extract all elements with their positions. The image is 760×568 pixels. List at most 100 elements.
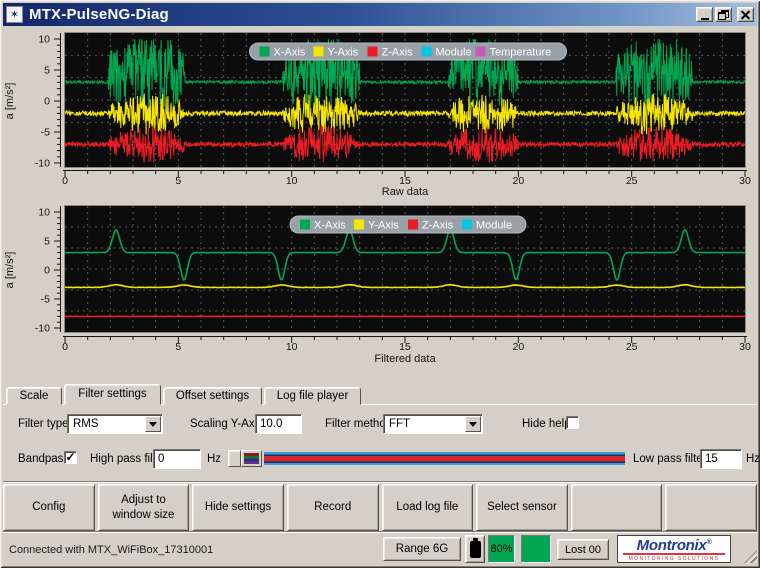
battery-icon bbox=[470, 541, 481, 558]
svg-text:a [m/s²]: a [m/s²] bbox=[4, 252, 16, 289]
high-pass-unit-label: Hz bbox=[207, 453, 221, 465]
svg-text:-5: -5 bbox=[41, 294, 50, 306]
filter-method-dropdown-arrow-icon[interactable] bbox=[465, 416, 481, 432]
tab-offset-settings[interactable]: Offset settings bbox=[163, 387, 262, 405]
check-icon: ✓ bbox=[65, 450, 75, 464]
svg-text:20: 20 bbox=[512, 175, 524, 187]
svg-text:Z-Axis: Z-Axis bbox=[422, 220, 454, 232]
select-sensor-button[interactable]: Select sensor bbox=[476, 484, 568, 531]
minimize-icon bbox=[701, 18, 709, 20]
svg-text:0: 0 bbox=[62, 175, 68, 187]
restore-button[interactable] bbox=[715, 7, 732, 22]
low-pass-filter-input[interactable] bbox=[700, 449, 742, 469]
filter-type-dropdown-arrow-icon[interactable] bbox=[145, 416, 161, 432]
svg-text:20: 20 bbox=[512, 341, 524, 353]
tab-filter-settings[interactable]: Filter settings bbox=[64, 384, 161, 405]
restore-icon bbox=[718, 10, 729, 20]
svg-text:0: 0 bbox=[62, 341, 68, 353]
svg-text:5: 5 bbox=[175, 341, 181, 353]
svg-text:Module: Module bbox=[436, 47, 472, 59]
svg-text:10: 10 bbox=[38, 34, 50, 46]
app-icon: ✶ bbox=[6, 6, 23, 23]
slider-end-cap[interactable] bbox=[228, 450, 241, 467]
filter-method-select[interactable]: FFT bbox=[383, 414, 483, 434]
range-button[interactable]: Range 6G bbox=[383, 537, 461, 561]
slider-handle-stripes-icon bbox=[244, 453, 259, 464]
titlebar[interactable]: ✶ MTX-PulseNG-Diag bbox=[3, 3, 757, 26]
battery-button[interactable] bbox=[465, 535, 485, 563]
filter-type-label: Filter type: bbox=[18, 418, 72, 430]
svg-text:X-Axis: X-Axis bbox=[314, 220, 346, 232]
tab-bar: ScaleFilter settingsOffset settingsLog f… bbox=[6, 384, 361, 405]
svg-text:10: 10 bbox=[286, 175, 298, 187]
svg-text:Filtered data: Filtered data bbox=[374, 353, 436, 365]
resize-grip-icon[interactable] bbox=[744, 550, 757, 563]
empty-button-6[interactable] bbox=[571, 484, 663, 531]
svg-text:10: 10 bbox=[38, 207, 50, 219]
slider-handle[interactable] bbox=[241, 450, 262, 467]
svg-text:Module: Module bbox=[476, 220, 512, 232]
battery-percent-value: 80% bbox=[490, 543, 512, 555]
tab-log-file-player[interactable]: Log file player bbox=[264, 387, 361, 405]
separator bbox=[3, 481, 757, 483]
svg-text:30: 30 bbox=[739, 341, 751, 353]
lost-packets-label: Lost 00 bbox=[565, 544, 601, 556]
svg-text:Y-Axis: Y-Axis bbox=[368, 220, 399, 232]
svg-text:0: 0 bbox=[44, 96, 50, 108]
record-button[interactable]: Record bbox=[287, 484, 379, 531]
svg-text:-10: -10 bbox=[35, 158, 50, 170]
tab-scale[interactable]: Scale bbox=[6, 387, 62, 405]
logo-underline bbox=[623, 553, 725, 555]
logo-text: Montronix® bbox=[637, 536, 712, 552]
adjust-to-window-size-button[interactable]: Adjust to window size bbox=[98, 484, 190, 531]
status-bar: Connected with MTX_WiFiBox_17310001 Rang… bbox=[0, 533, 760, 566]
minimize-button[interactable] bbox=[696, 7, 713, 22]
window-title: MTX-PulseNG-Diag bbox=[29, 6, 169, 23]
scaling-y-axis-input[interactable] bbox=[255, 414, 302, 434]
low-pass-filter-label: Low pass filter: bbox=[633, 453, 710, 465]
app-window: ✶ MTX-PulseNG-Diag -10 -5 0 5 10 0 5 10 15 20 25 30… bbox=[0, 0, 760, 568]
button-bar: ConfigAdjust to window sizeHide settings… bbox=[2, 484, 758, 531]
slider-track[interactable] bbox=[264, 452, 625, 465]
registered-mark-icon: ® bbox=[706, 539, 711, 546]
close-button[interactable] bbox=[737, 7, 754, 22]
svg-text:5: 5 bbox=[175, 175, 181, 187]
low-pass-unit-label: Hz bbox=[746, 453, 760, 465]
svg-text:5: 5 bbox=[44, 236, 50, 248]
range-label: Range 6G bbox=[396, 543, 448, 555]
svg-text:-5: -5 bbox=[41, 127, 50, 139]
settings-panel: Filter type: RMS Scaling Y-Axis: Filter … bbox=[0, 405, 760, 481]
load-log-file-button[interactable]: Load log file bbox=[382, 484, 474, 531]
svg-text:a [m/s²]: a [m/s²] bbox=[4, 83, 16, 120]
battery-percent-badge: 80% bbox=[488, 535, 515, 563]
svg-text:30: 30 bbox=[739, 175, 751, 187]
bandpass-checkbox[interactable]: ✓ bbox=[64, 451, 77, 464]
filter-type-value: RMS bbox=[68, 418, 144, 430]
svg-text:Temperature: Temperature bbox=[490, 47, 552, 59]
svg-text:25: 25 bbox=[626, 175, 638, 187]
filtered-data-chart: -10 -5 0 5 10 0 5 10 15 20 25 30 Filtered data a [m/s… bbox=[0, 200, 760, 372]
config-button[interactable]: Config bbox=[3, 484, 95, 531]
filter-method-value: FFT bbox=[384, 418, 464, 430]
svg-text:15: 15 bbox=[399, 341, 411, 353]
app-icon-glyph: ✶ bbox=[10, 8, 19, 21]
close-icon bbox=[740, 9, 751, 20]
lost-packets-button[interactable]: Lost 00 bbox=[557, 539, 609, 560]
svg-text:0: 0 bbox=[44, 265, 50, 277]
empty-button-7[interactable] bbox=[665, 484, 757, 531]
connection-status: Connected with MTX_WiFiBox_17310001 bbox=[9, 544, 213, 556]
svg-text:-10: -10 bbox=[35, 323, 50, 335]
montronix-logo: Montronix® MONITORING SOLUTIONS bbox=[617, 535, 731, 563]
high-pass-filter-input[interactable] bbox=[153, 449, 201, 469]
svg-text:Raw data: Raw data bbox=[382, 186, 429, 198]
raw-data-chart: -10-50510051015202530Raw dataa [m/s²]X-A… bbox=[0, 27, 760, 199]
bandpass-slider[interactable] bbox=[228, 450, 625, 467]
hide-settings-button[interactable]: Hide settings bbox=[192, 484, 284, 531]
connection-indicator bbox=[521, 535, 551, 563]
svg-text:25: 25 bbox=[626, 341, 638, 353]
filter-type-select[interactable]: RMS bbox=[67, 414, 163, 434]
hide-help-checkbox[interactable] bbox=[566, 416, 579, 429]
svg-text:X-Axis: X-Axis bbox=[274, 47, 306, 59]
svg-text:Z-Axis: Z-Axis bbox=[382, 47, 414, 59]
svg-text:10: 10 bbox=[286, 341, 298, 353]
